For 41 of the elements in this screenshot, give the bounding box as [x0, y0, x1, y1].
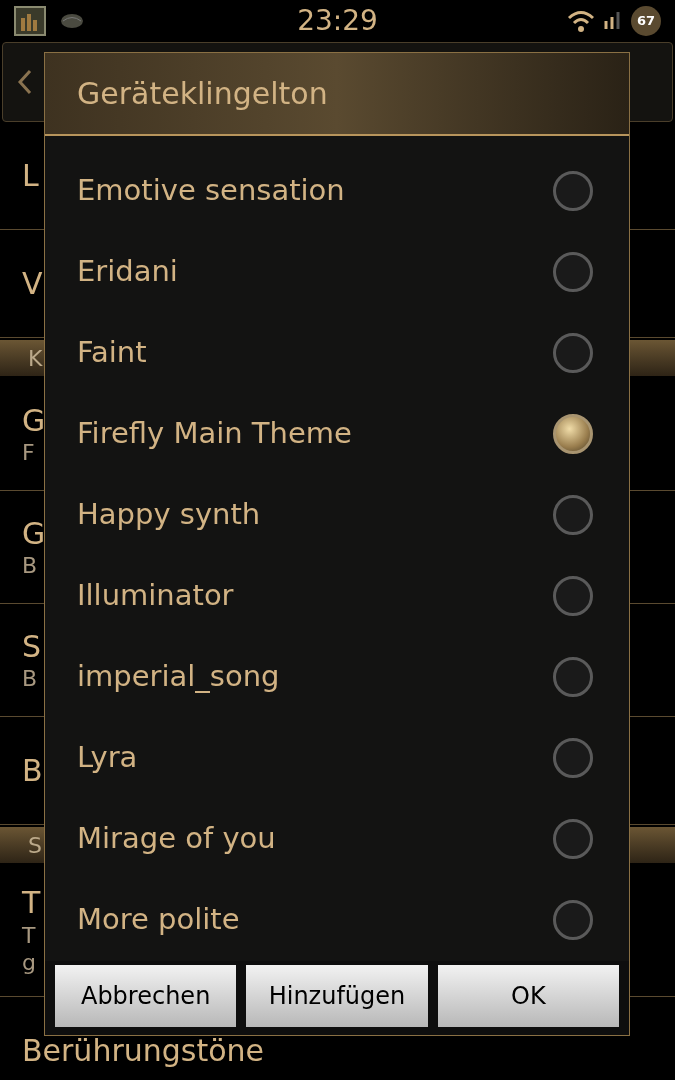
dialog-button[interactable]: Abbrechen	[55, 965, 237, 1027]
clock: 23:29	[297, 3, 378, 39]
ringtone-option[interactable]: More polite	[45, 879, 629, 960]
ringtone-option[interactable]: imperial_song	[45, 636, 629, 717]
battery-level: 67	[636, 12, 656, 31]
radio-button[interactable]	[553, 413, 593, 454]
setting-title: G	[22, 514, 46, 552]
dialog-button[interactable]: Hinzufügen	[246, 965, 428, 1027]
setting-title: B	[22, 751, 43, 790]
setting-summary: g	[22, 949, 36, 977]
ringtone-option[interactable]: Lyra	[45, 717, 629, 798]
back-icon[interactable]	[17, 69, 33, 95]
radio-button[interactable]	[553, 494, 593, 535]
setting-title: Berührungstöne	[22, 1031, 265, 1070]
ringtone-option[interactable]: Firefly Main Theme	[45, 393, 629, 474]
dialog-title: Geräteklingelton	[77, 75, 328, 113]
gallery-icon	[14, 6, 46, 36]
setting-title: T	[22, 884, 41, 922]
radio-button[interactable]	[553, 899, 593, 940]
radio-button[interactable]	[553, 818, 593, 859]
wifi-icon	[567, 9, 595, 33]
setting-title: V	[22, 264, 43, 303]
setting-summary: B	[22, 665, 38, 693]
setting-summary: T	[22, 921, 36, 950]
setting-summary: F	[22, 439, 35, 467]
ringtone-option[interactable]: Happy synth	[45, 474, 629, 555]
radio-button[interactable]	[553, 170, 593, 211]
shell-icon	[60, 12, 84, 30]
radio-button[interactable]	[553, 332, 593, 373]
radio-button[interactable]	[553, 575, 593, 616]
dialog-button[interactable]: OK	[437, 965, 619, 1027]
setting-title: G	[22, 401, 46, 439]
setting-title: S	[22, 627, 42, 665]
radio-button[interactable]	[553, 737, 593, 778]
setting-title: L	[22, 156, 39, 195]
ringtone-option[interactable]: Emotive sensation	[45, 150, 629, 231]
setting-summary: B	[22, 552, 38, 580]
radio-button[interactable]	[553, 656, 593, 697]
radio-button[interactable]	[553, 251, 593, 292]
ringtone-option[interactable]: Eridani	[45, 231, 629, 312]
ringtone-option[interactable]: Illuminator	[45, 555, 629, 636]
